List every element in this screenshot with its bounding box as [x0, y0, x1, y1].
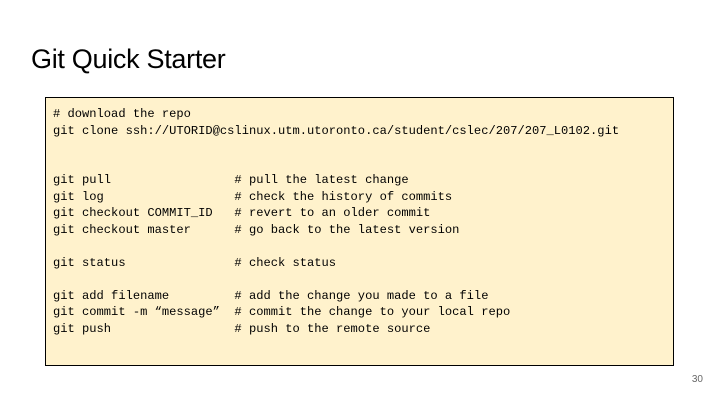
slide-number: 30 [691, 374, 703, 385]
slide-title: Git Quick Starter [31, 44, 226, 74]
code-line-comment-download: # download the repo [53, 107, 191, 121]
code-line-git-checkout-commit: git checkout COMMIT_ID # revert to an ol… [53, 206, 431, 220]
code-line-git-log: git log # check the history of commits [53, 189, 453, 204]
code-line-git-clone: git clone ssh://UTORID@cslinux.utm.utoro… [53, 123, 620, 138]
code-line-git-pull: git pull # pull the latest change [53, 173, 409, 187]
code-line-git-commit: git commit -m “message” # commit the cha… [53, 305, 511, 319]
code-line-git-checkout-master: git checkout master # go back to the lat… [53, 222, 460, 237]
code-line-git-add: git add filename # add the change you ma… [53, 288, 489, 303]
code-block: # download the repo git clone ssh://UTOR… [45, 97, 674, 366]
code-line-git-status: git status # check status [53, 255, 337, 270]
code-line-git-push: git push # push to the remote source [53, 321, 431, 336]
